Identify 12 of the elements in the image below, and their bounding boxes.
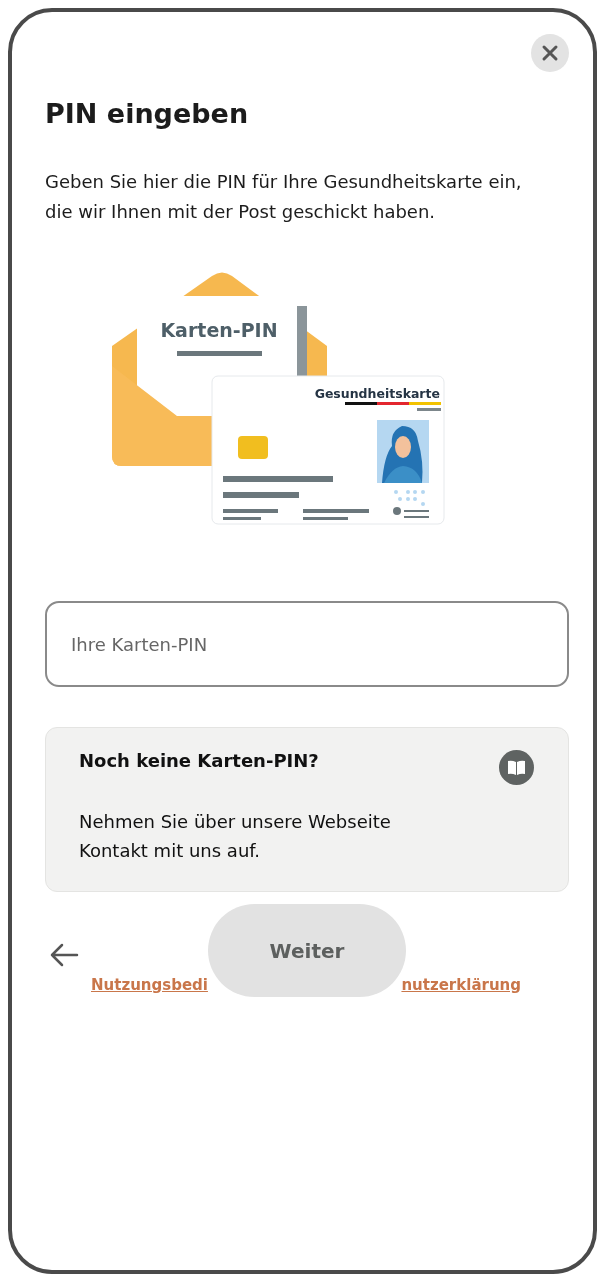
page-title: PIN eingeben <box>45 98 250 129</box>
letter-label: Karten-PIN <box>160 319 278 341</box>
description-text: Geben Sie hier die PIN für Ihre Gesundheitskarte ein, die wir Ihnen mit der Post geschickt haben. <box>45 170 523 224</box>
info-heading: Noch keine Karten-PIN? <box>79 750 320 771</box>
close-button[interactable] <box>531 34 569 72</box>
close-icon <box>541 44 559 62</box>
footer-link[interactable]: Nutzungsbedi <box>91 976 208 994</box>
card-label: Gesundheitskarte <box>314 386 440 401</box>
back-arrow-icon <box>49 942 79 968</box>
book-icon <box>499 750 534 785</box>
pin-input-field[interactable]: Ihre Karten-PIN <box>45 601 569 687</box>
info-text: Nehmen Sie über unsere Webseite Kontakt mit uns auf. <box>79 810 392 863</box>
